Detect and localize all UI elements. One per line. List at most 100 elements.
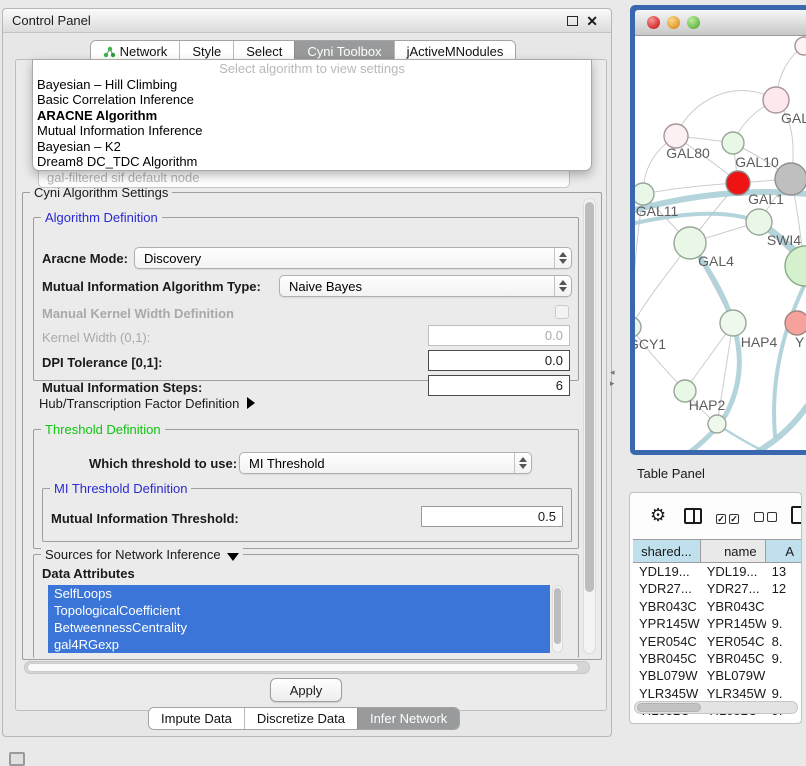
algorithm-option[interactable]: ARACNE Algorithm xyxy=(33,108,591,123)
table-hscrollbar-thumb[interactable] xyxy=(637,703,701,712)
algorithm-prompt: Select algorithm to view settings xyxy=(33,61,591,77)
aracne-mode-value: Discovery xyxy=(144,251,201,266)
table-row[interactable]: YDR27...YDR27...12 xyxy=(633,580,802,597)
table-row[interactable]: YBR043CYBR043C xyxy=(633,598,802,615)
algorithm-definition-group: Algorithm Definition Aracne Mode: Discov… xyxy=(33,217,579,381)
column-header[interactable]: name xyxy=(701,540,766,562)
network-graph: GALGAL80GAL10GAL1GAL11SWI4GAL4GCY1HAP4YH… xyxy=(635,36,806,450)
aracne-mode-combo[interactable]: Discovery xyxy=(134,247,572,269)
attribute-item-selected[interactable]: TopologicalCoefficient xyxy=(48,602,550,619)
data-attributes-list[interactable]: SelfLoopsTopologicalCoefficientBetweenne… xyxy=(48,585,550,653)
which-threshold-combo[interactable]: MI Threshold xyxy=(239,452,532,474)
attributes-vscrollbar-thumb[interactable] xyxy=(554,588,561,644)
table-hscrollbar[interactable] xyxy=(634,701,798,714)
settings-vscrollbar[interactable] xyxy=(583,198,596,654)
algorithm-option[interactable]: Bayesian – K2 xyxy=(33,139,591,154)
table-row[interactable]: YLR345WYLR345W9. xyxy=(633,685,802,702)
expander-expanded-icon xyxy=(227,553,239,561)
combo-stepper-icon xyxy=(554,276,571,296)
combo-stepper-icon xyxy=(514,453,531,473)
network-node[interactable] xyxy=(635,317,641,337)
network-node[interactable] xyxy=(785,246,806,286)
deselect-all-columns-icon[interactable] xyxy=(754,510,780,525)
algorithm-option[interactable]: Bayesian – Hill Climbing xyxy=(33,77,591,92)
settings-hscrollbar-thumb[interactable] xyxy=(27,663,579,672)
algorithm-option[interactable]: Basic Correlation Inference xyxy=(33,92,591,107)
combo-stepper-icon xyxy=(554,248,571,268)
kernel-width-field[interactable]: 0.0 xyxy=(428,325,570,346)
table-cell: YDL19... xyxy=(633,563,701,580)
select-all-columns-icon[interactable]: ✓✓ xyxy=(716,510,742,525)
network-window-titlebar[interactable] xyxy=(635,10,806,36)
settings-vscrollbar-thumb[interactable] xyxy=(585,202,594,592)
apply-button[interactable]: Apply xyxy=(270,678,342,702)
minimize-traffic-light-icon[interactable] xyxy=(667,16,680,29)
network-edge[interactable] xyxy=(730,406,806,450)
gear-icon[interactable]: ⚙ xyxy=(650,505,666,526)
attributes-vscrollbar[interactable] xyxy=(552,585,563,653)
tab-impute-data-label: Impute Data xyxy=(161,711,232,726)
network-node[interactable] xyxy=(722,132,744,154)
table-row[interactable]: YER054CYER054C8. xyxy=(633,633,802,650)
tab-impute-data[interactable]: Impute Data xyxy=(149,708,244,729)
attribute-item-selected[interactable]: BetweennessCentrality xyxy=(48,619,550,636)
algorithm-list: Bayesian – Hill ClimbingBasic Correlatio… xyxy=(33,77,591,169)
minimized-panel-chip[interactable] xyxy=(9,752,25,766)
table-cell: YBR043C xyxy=(701,598,766,615)
network-node[interactable] xyxy=(720,310,746,336)
algorithm-definition-title: Algorithm Definition xyxy=(41,210,162,225)
sources-title-label: Sources for Network Inference xyxy=(45,547,221,562)
table-row[interactable]: YDL19...YDL19...13 xyxy=(633,563,802,580)
network-edge[interactable] xyxy=(676,91,776,136)
close-icon[interactable]: ✕ xyxy=(586,13,598,30)
close-traffic-light-icon[interactable] xyxy=(647,16,660,29)
mi-type-combo[interactable]: Naive Bayes xyxy=(279,275,572,297)
table-panel: ⚙ ✓✓ shared...nameA YDL19...YDL19...13YD… xyxy=(629,492,802,724)
algorithm-option[interactable]: Mutual Information Inference xyxy=(33,123,591,138)
network-icon xyxy=(103,46,116,58)
settings-hscrollbar[interactable] xyxy=(24,661,590,674)
node-label: GAL4 xyxy=(698,253,734,269)
new-table-icon[interactable] xyxy=(791,506,802,524)
hub-definition-expander[interactable]: Hub/Transcription Factor Definition xyxy=(39,396,255,411)
expander-collapsed-icon xyxy=(247,397,255,409)
network-node[interactable] xyxy=(785,311,806,335)
control-panel-titlebar: Control Panel ✕ xyxy=(3,9,611,33)
manual-kernel-checkbox[interactable] xyxy=(555,305,569,319)
network-node[interactable] xyxy=(795,37,806,55)
mi-threshold-field[interactable]: 0.5 xyxy=(421,506,563,527)
column-header[interactable]: A xyxy=(766,540,802,562)
network-node[interactable] xyxy=(635,183,654,205)
node-label: GCY1 xyxy=(635,336,666,352)
table-cell: YDR27... xyxy=(701,580,766,597)
control-panel-title: Control Panel xyxy=(12,13,91,28)
zoom-traffic-light-icon[interactable] xyxy=(687,16,700,29)
table-row[interactable]: YBL079WYBL079W xyxy=(633,667,802,684)
tab-infer-network[interactable]: Infer Network xyxy=(357,708,459,729)
dpi-tolerance-field[interactable]: 0.0 xyxy=(428,350,570,371)
network-canvas[interactable]: GALGAL80GAL10GAL1GAL11SWI4GAL4GCY1HAP4YH… xyxy=(635,36,806,450)
tab-select-label: Select xyxy=(246,44,282,59)
table-cell xyxy=(766,598,802,615)
attribute-item-selected[interactable]: SelfLoops xyxy=(48,585,550,602)
table-row[interactable]: YBR045CYBR045C9. xyxy=(633,650,802,667)
table-row[interactable]: YPR145WYPR145W9. xyxy=(633,615,802,632)
table-cell: YPR145W xyxy=(633,615,701,632)
node-label: HAP2 xyxy=(689,397,726,413)
column-header[interactable]: shared... xyxy=(633,540,701,562)
aracne-mode-label: Aracne Mode: xyxy=(42,251,128,266)
panel-splitter-icon[interactable]: ◂▸ xyxy=(610,367,615,389)
table-header-row: shared...nameA xyxy=(633,539,802,563)
float-window-icon[interactable] xyxy=(567,16,578,26)
table-cell: 9. xyxy=(766,615,802,632)
sources-title[interactable]: Sources for Network Inference xyxy=(41,547,243,562)
bottom-tab-bar: Impute Data Discretize Data Infer Networ… xyxy=(148,707,460,730)
network-node[interactable] xyxy=(726,171,750,195)
table-cell: YBR043C xyxy=(633,598,701,615)
columns-icon[interactable] xyxy=(684,508,702,524)
attribute-item-selected[interactable]: gal4RGexp xyxy=(48,636,550,653)
mi-steps-field[interactable]: 6 xyxy=(428,375,570,396)
algorithm-option[interactable]: Dream8 DC_TDC Algorithm xyxy=(33,154,591,169)
network-node[interactable] xyxy=(708,415,726,433)
tab-discretize-data[interactable]: Discretize Data xyxy=(244,708,357,729)
